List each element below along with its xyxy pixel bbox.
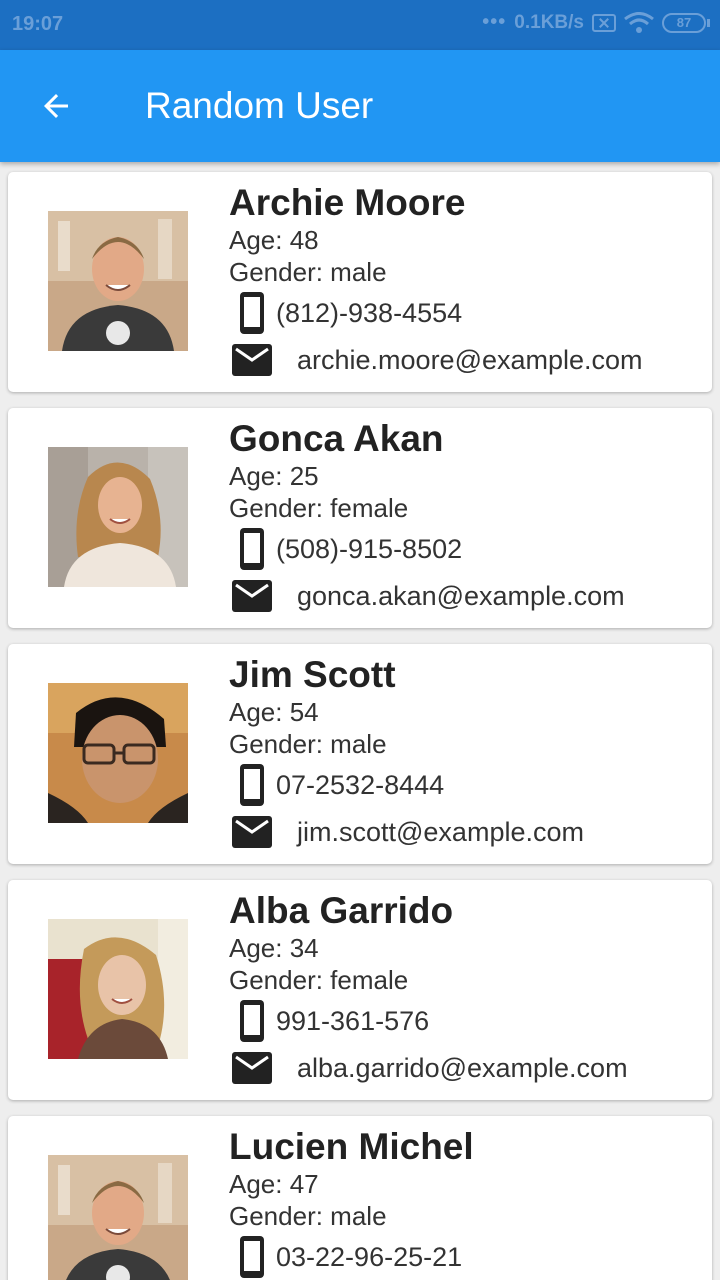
user-gender: Gender: male <box>229 257 387 287</box>
email-address: jim.scott@example.com <box>297 816 584 847</box>
battery-level: 87 <box>662 12 706 33</box>
arrow-back-icon <box>44 94 68 118</box>
phone-number: 991-361-576 <box>276 1005 430 1036</box>
user-age: Age: 48 <box>229 225 319 255</box>
user-card[interactable]: Gonca Akan Age: 25 Gender: female (508)-… <box>8 408 712 628</box>
phone-row[interactable]: (508)-915-8502 <box>236 526 462 572</box>
user-name: Archie Moore <box>229 182 466 223</box>
user-gender: Gender: male <box>229 729 387 759</box>
user-gender: Gender: male <box>229 1201 387 1231</box>
user-age: Age: 47 <box>229 1169 319 1199</box>
more-dots-icon: ••• <box>482 11 507 33</box>
email-address: archie.moore@example.com <box>297 344 643 375</box>
avatar <box>48 1155 188 1280</box>
app-bar: Random User <box>0 50 720 162</box>
user-list[interactable]: Archie Moore Age: 48 Gender: male (812)-… <box>0 162 720 1280</box>
user-name: Alba Garrido <box>229 890 454 931</box>
status-icons: ••• 0.1KB/s 87 <box>482 11 710 34</box>
user-card[interactable]: Jim Scott Age: 54 Gender: male 07-2532-8… <box>8 644 712 864</box>
email-row[interactable]: gonca.akan@example.com <box>232 578 625 614</box>
user-age: Age: 54 <box>229 697 319 727</box>
avatar <box>48 211 188 351</box>
avatar <box>48 919 188 1059</box>
phone-number: (812)-938-4554 <box>276 297 463 328</box>
email-address: gonca.akan@example.com <box>297 580 625 611</box>
phone-icon <box>236 526 268 572</box>
user-name: Jim Scott <box>229 654 396 695</box>
network-speed: 0.1KB/s <box>514 11 584 33</box>
user-card[interactable]: Alba Garrido Age: 34 Gender: female 991-… <box>8 880 712 1100</box>
email-icon <box>232 815 272 849</box>
user-age: Age: 25 <box>229 461 319 491</box>
email-icon <box>232 579 272 613</box>
email-row[interactable]: jim.scott@example.com <box>232 814 584 850</box>
phone-icon <box>236 998 268 1044</box>
avatar <box>48 447 188 587</box>
phone-row[interactable]: 03-22-96-25-21 <box>236 1234 462 1280</box>
phone-number: (508)-915-8502 <box>276 533 463 564</box>
no-sim-icon <box>592 13 616 32</box>
battery-icon: 87 <box>662 12 710 33</box>
user-age: Age: 34 <box>229 933 319 963</box>
phone-number: 03-22-96-25-21 <box>276 1241 463 1272</box>
email-icon <box>232 1051 272 1085</box>
avatar <box>48 683 188 823</box>
phone-row[interactable]: 991-361-576 <box>236 998 429 1044</box>
user-card[interactable]: Lucien Michel Age: 47 Gender: male 03-22… <box>8 1116 712 1280</box>
user-gender: Gender: female <box>229 493 409 523</box>
email-address: alba.garrido@example.com <box>297 1052 628 1083</box>
app-title: Random User <box>145 85 374 126</box>
user-card[interactable]: Archie Moore Age: 48 Gender: male (812)-… <box>8 172 712 392</box>
back-button[interactable] <box>28 78 84 134</box>
phone-icon <box>236 1234 268 1280</box>
user-name: Lucien Michel <box>229 1126 474 1167</box>
wifi-icon <box>624 11 654 33</box>
status-bar: 19:07 ••• 0.1KB/s 87 <box>0 0 720 50</box>
email-row[interactable]: archie.moore@example.com <box>232 342 643 378</box>
user-name: Gonca Akan <box>229 418 444 459</box>
phone-icon <box>236 762 268 808</box>
email-icon <box>232 343 272 377</box>
phone-icon <box>236 290 268 336</box>
user-gender: Gender: female <box>229 965 409 995</box>
phone-number: 07-2532-8444 <box>276 769 445 800</box>
email-row[interactable]: alba.garrido@example.com <box>232 1050 628 1086</box>
phone-row[interactable]: 07-2532-8444 <box>236 762 444 808</box>
status-time: 19:07 <box>12 13 64 35</box>
phone-row[interactable]: (812)-938-4554 <box>236 290 462 336</box>
